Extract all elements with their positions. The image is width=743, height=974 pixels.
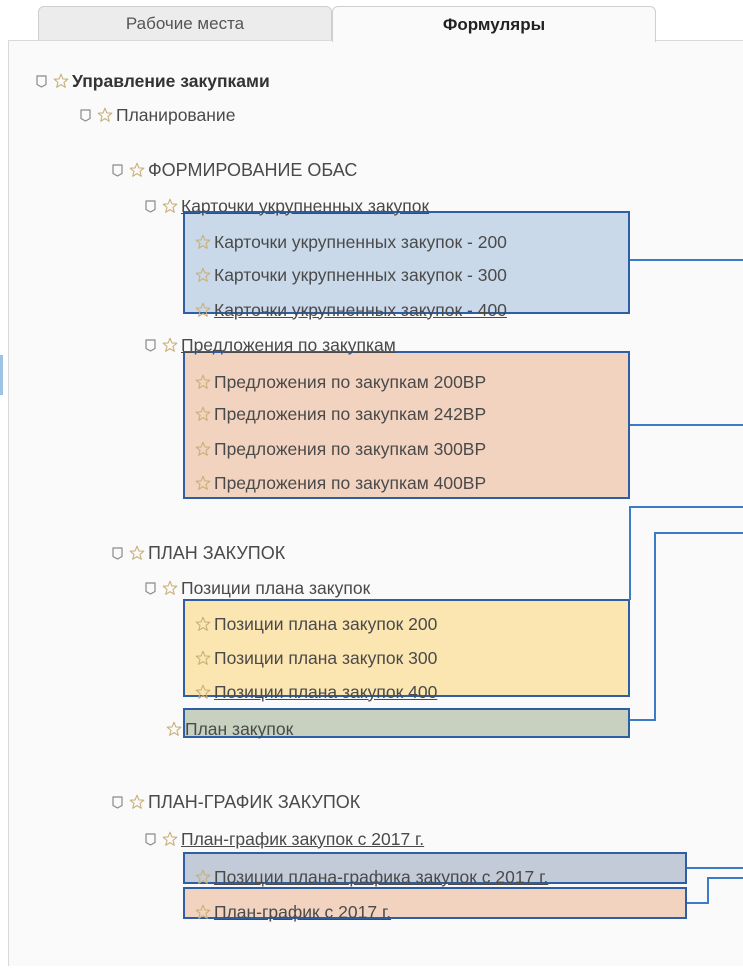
tree-leaf-label: План-график с 2017 г.: [214, 901, 392, 922]
tree-node-label: Карточки укрупненных закупок: [181, 195, 430, 216]
tree-node-positions-group[interactable]: Позиции плана закупок: [145, 575, 370, 601]
star-icon[interactable]: [195, 616, 211, 632]
tree-node-label: Планирование: [116, 104, 236, 125]
tree-leaf-label: Предложения по закупкам 300ВР: [214, 438, 487, 459]
tree-leaf-label: Предложения по закупкам 200ВР: [214, 371, 487, 392]
star-icon[interactable]: [129, 545, 145, 561]
tree-leaf-positions-300[interactable]: Позиции плана закупок 300: [195, 645, 437, 671]
star-icon[interactable]: [195, 441, 211, 457]
tree-leaf-label: Позиции плана закупок 300: [214, 647, 438, 668]
document-icon: [145, 582, 156, 595]
star-icon[interactable]: [195, 302, 211, 318]
tree-node-obas[interactable]: ФОРМИРОВАНИЕ ОБАС: [112, 157, 357, 183]
star-icon[interactable]: [195, 475, 211, 491]
connector-schedule-positions: [687, 867, 743, 869]
tree-leaf-label: План закупок: [185, 718, 294, 739]
tree-node-label: План-график закупок с 2017 г.: [181, 828, 425, 849]
star-icon[interactable]: [162, 198, 178, 214]
tree-leaf-proposals-200[interactable]: Предложения по закупкам 200ВР: [195, 369, 486, 395]
tree-node-schedule[interactable]: ПЛАН-ГРАФИК ЗАКУПОК: [112, 789, 360, 815]
tree-node-proposals-group[interactable]: Предложения по закупкам: [145, 332, 396, 358]
tree-leaf-positions-400[interactable]: Позиции плана закупок 400: [195, 679, 437, 705]
star-icon[interactable]: [195, 650, 211, 666]
star-icon[interactable]: [195, 234, 211, 250]
tree-node-label: Управление закупками: [72, 70, 270, 91]
tree-node-label: ПЛАН-ГРАФИК ЗАКУПОК: [148, 791, 361, 812]
document-icon: [36, 75, 47, 88]
connector-plan-h1: [654, 532, 743, 534]
connector-plan-v: [654, 532, 656, 721]
star-icon[interactable]: [53, 73, 69, 89]
star-icon[interactable]: [195, 406, 211, 422]
tree-node-label: ПЛАН ЗАКУПОК: [148, 542, 286, 563]
tree-leaf-positions-200[interactable]: Позиции плана закупок 200: [195, 611, 437, 637]
tree-leaf-label: Позиции плана закупок 200: [214, 613, 438, 634]
connector-schedule-h1: [707, 877, 743, 879]
connector-plan-h2: [630, 719, 656, 721]
tree-node-cards-group[interactable]: Карточки укрупненных закупок: [145, 193, 429, 219]
connector-cards: [630, 259, 743, 261]
document-icon: [80, 109, 91, 122]
tree-leaf-label: Предложения по закупкам 242ВР: [214, 403, 487, 424]
tree-leaf-cards-300[interactable]: Карточки укрупненных закупок - 300: [195, 262, 507, 288]
star-icon[interactable]: [162, 580, 178, 596]
scroll-marker: [0, 355, 3, 395]
tree-node-label: ФОРМИРОВАНИЕ ОБАС: [148, 159, 358, 180]
tree-leaf-label: Карточки укрупненных закупок - 300: [214, 264, 507, 285]
connector-schedule-h2: [687, 902, 709, 904]
document-icon: [145, 200, 156, 213]
tree-leaf-cards-200[interactable]: Карточки укрупненных закупок - 200: [195, 229, 507, 255]
document-icon: [112, 547, 123, 560]
connector-positions-v: [629, 506, 631, 600]
star-icon[interactable]: [195, 869, 211, 885]
tab-workplaces[interactable]: Рабочие места: [38, 6, 332, 40]
connector-proposals: [630, 424, 743, 426]
star-icon[interactable]: [129, 162, 145, 178]
tree-leaf-proposals-242[interactable]: Предложения по закупкам 242ВР: [195, 401, 486, 427]
tree-leaf-schedule[interactable]: План-график с 2017 г.: [195, 899, 391, 925]
tree-leaf-label: Карточки укрупненных закупок - 400: [214, 299, 507, 320]
tree-leaf-proposals-400[interactable]: Предложения по закупкам 400ВР: [195, 470, 486, 496]
tree-leaf-label: Позиции плана-графика закупок с 2017 г.: [214, 866, 549, 887]
tree-leaf-plan[interactable]: План закупок: [166, 716, 293, 742]
star-icon[interactable]: [162, 831, 178, 847]
tree-leaf-label: Позиции плана закупок 400: [214, 681, 438, 702]
star-icon[interactable]: [195, 904, 211, 920]
tree-node-root[interactable]: Управление закупками: [36, 68, 270, 94]
document-icon: [145, 339, 156, 352]
tree-node-label: Предложения по закупкам: [181, 334, 396, 355]
star-icon[interactable]: [195, 684, 211, 700]
tree-leaf-cards-400[interactable]: Карточки укрупненных закупок - 400: [195, 297, 507, 323]
tree-node-plan[interactable]: ПЛАН ЗАКУПОК: [112, 540, 285, 566]
connector-schedule-v: [707, 877, 709, 904]
tree-leaf-label: Предложения по закупкам 400ВР: [214, 472, 487, 493]
star-icon[interactable]: [162, 337, 178, 353]
star-icon[interactable]: [97, 107, 113, 123]
tab-forms[interactable]: Формуляры: [332, 6, 656, 42]
document-icon: [112, 164, 123, 177]
tree-leaf-label: Карточки укрупненных закупок - 200: [214, 231, 507, 252]
connector-positions-h: [629, 506, 743, 508]
document-icon: [112, 796, 123, 809]
star-icon[interactable]: [195, 374, 211, 390]
tree-leaf-proposals-300[interactable]: Предложения по закупкам 300ВР: [195, 436, 486, 462]
star-icon[interactable]: [195, 267, 211, 283]
tree-node-planning[interactable]: Планирование: [80, 102, 235, 128]
tree-leaf-schedule-positions[interactable]: Позиции плана-графика закупок с 2017 г.: [195, 864, 548, 890]
star-icon[interactable]: [129, 794, 145, 810]
tree-node-label: Позиции плана закупок: [181, 577, 371, 598]
star-icon[interactable]: [166, 721, 182, 737]
document-icon: [145, 833, 156, 846]
tree-node-schedule-group[interactable]: План-график закупок с 2017 г.: [145, 826, 424, 852]
